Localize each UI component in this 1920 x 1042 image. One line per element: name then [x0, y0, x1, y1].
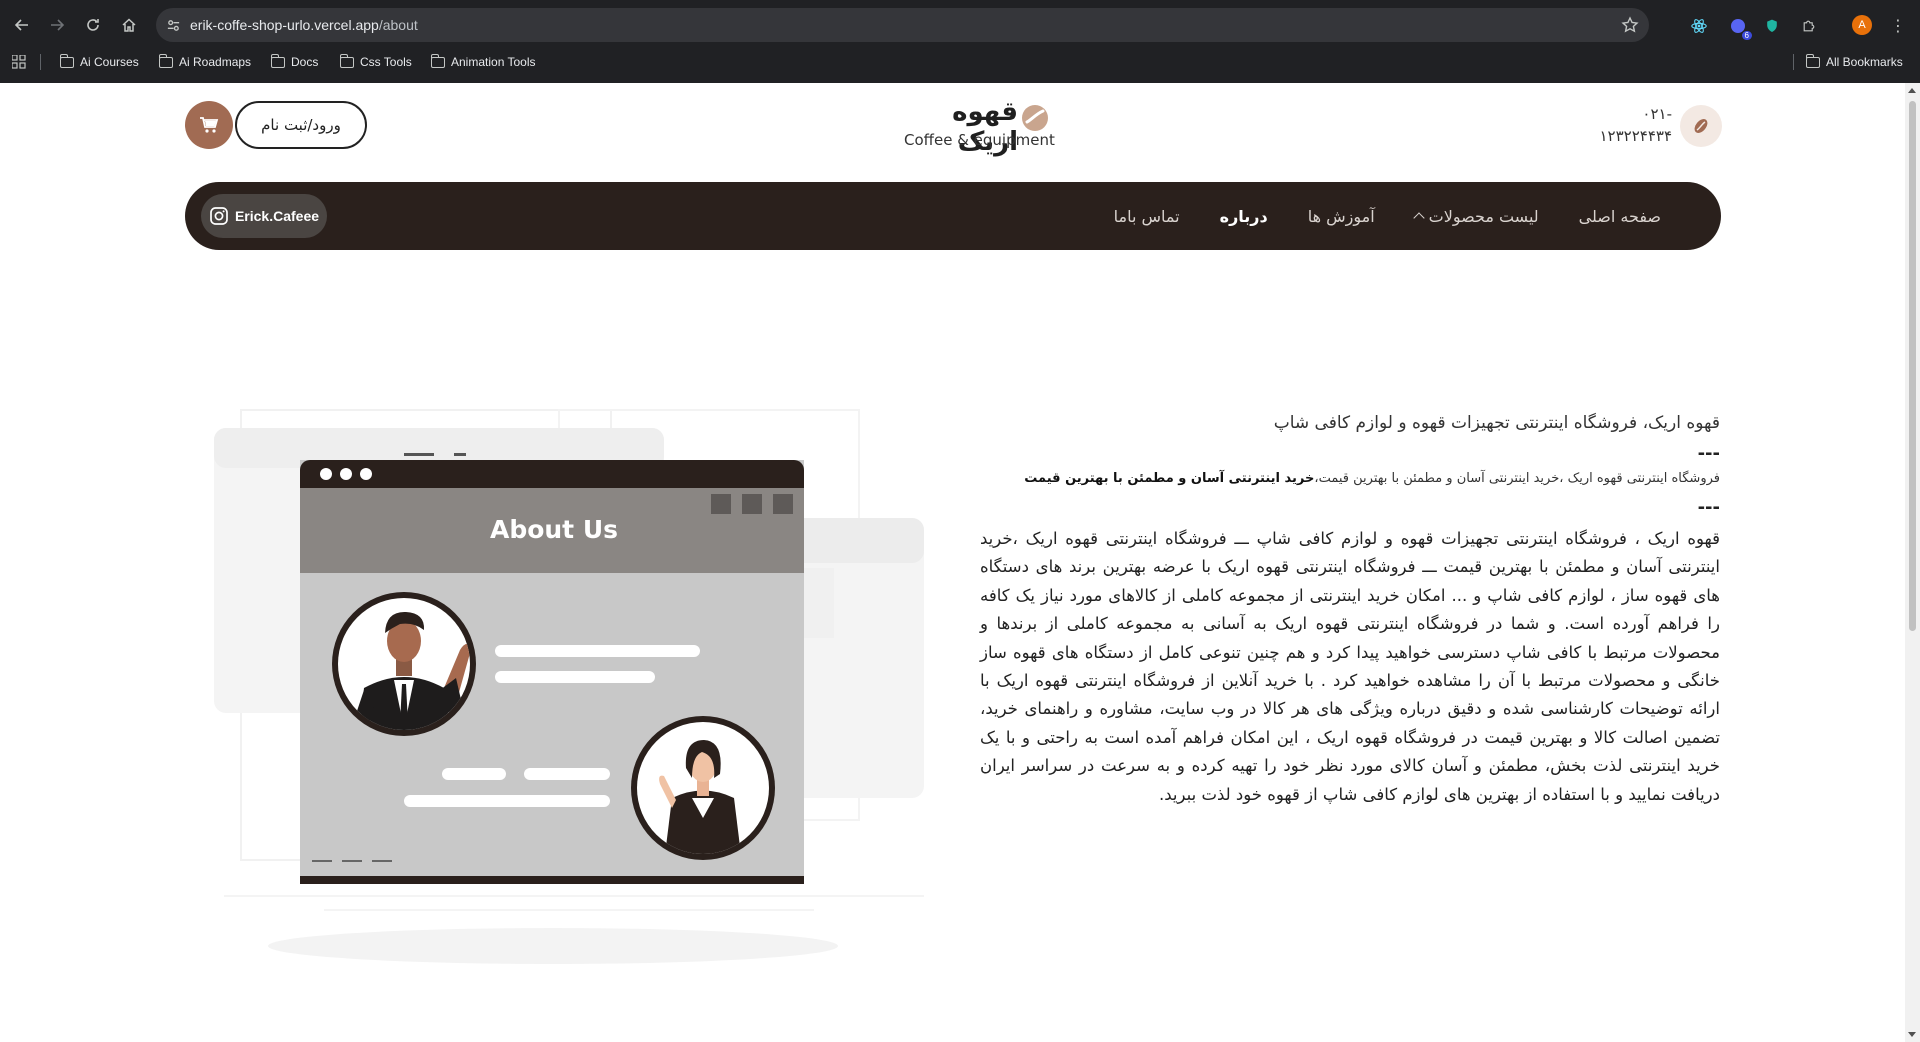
scroll-up-arrow-icon[interactable]	[1908, 88, 1916, 93]
home-button[interactable]	[112, 8, 146, 42]
reload-icon	[87, 19, 99, 31]
login-register-button[interactable]: ورود/ثبت نام	[235, 101, 367, 149]
nav-menu: صفحه اصلی لیست محصولات آموزش ها درباره ت…	[1114, 182, 1661, 250]
shield-extension[interactable]	[1762, 16, 1782, 36]
cart-icon	[200, 117, 219, 133]
about-subtitle-bold: خرید اینترنتی آسان و مطمئن با بهترین قیم…	[1024, 471, 1315, 486]
url-text: erik-coffe-shop-urlo.vercel.app/about	[190, 17, 418, 33]
all-bookmarks[interactable]: All Bookmarks	[1806, 53, 1903, 71]
coffee-bean-logo-icon	[1022, 105, 1048, 131]
react-icon	[1691, 19, 1707, 33]
profile-avatar[interactable]: A	[1852, 15, 1872, 35]
nav-item-tutorials[interactable]: آموزش ها	[1308, 207, 1375, 226]
about-separator-2: ---	[1697, 497, 1720, 518]
folder-icon	[340, 53, 354, 68]
phone-icon-circle	[1680, 105, 1722, 147]
url-host: erik-coffe-shop-urlo.vercel.app	[190, 17, 379, 33]
bookmark-label: Animation Tools	[451, 55, 536, 69]
main-navbar: Erick.Cafeee صفحه اصلی لیست محصولات آموز…	[185, 182, 1721, 250]
bookmark-ai-courses[interactable]: Ai Courses	[60, 53, 139, 71]
tune-icon	[167, 19, 179, 31]
bookmark-label: Ai Roadmaps	[179, 55, 252, 69]
extensions-button[interactable]	[1799, 16, 1819, 36]
shield-icon	[1767, 19, 1777, 32]
coffee-bean-icon	[1694, 119, 1708, 133]
scroll-down-arrow-icon[interactable]	[1908, 1032, 1916, 1037]
about-title: قهوه اریک، فروشگاه اینترنتی تجهیزات قهوه…	[1273, 413, 1720, 433]
bookmarks-divider	[40, 54, 41, 70]
browser-menu-icon[interactable]: ⋮	[1890, 16, 1906, 35]
logo-text-en: Coffee & equipment	[904, 131, 1055, 149]
forward-arrow-icon	[51, 19, 65, 31]
about-subtitle-plain: فروشگاه اینترنتی قهوه اریک ،خرید اینترنت…	[1314, 471, 1720, 486]
about-subtitle: فروشگاه اینترنتی قهوه اریک ،خرید اینترنت…	[980, 469, 1720, 489]
puzzle-icon	[1803, 20, 1815, 32]
bookmark-star-icon[interactable]	[1621, 16, 1639, 34]
phone-number: ۰۲۱- ۱۲۳۲۲۴۴۳۴	[1588, 103, 1672, 147]
forward-button[interactable]	[40, 8, 74, 42]
extension-with-badge[interactable]: 6	[1728, 16, 1752, 40]
bookmark-animation-tools[interactable]: Animation Tools	[431, 53, 536, 71]
about-body-text: قهوه اریک ، فروشگاه اینترنتی تجهیزات قهو…	[980, 529, 1720, 804]
bookmark-label: Docs	[291, 55, 319, 69]
cart-button[interactable]	[185, 101, 233, 149]
folder-icon	[60, 53, 74, 68]
folder-icon	[1806, 53, 1820, 68]
extension-badge: 6	[1741, 31, 1752, 40]
nav-item-products[interactable]: لیست محصولات	[1412, 206, 1539, 226]
bookmark-label: Css Tools	[360, 55, 412, 69]
instagram-icon	[210, 207, 228, 225]
bookmark-label: Ai Courses	[80, 55, 139, 69]
about-separator: ---	[1697, 443, 1720, 464]
folder-icon	[159, 53, 173, 68]
browser-chrome: erik-coffe-shop-urlo.vercel.app/about 6 …	[0, 0, 1920, 83]
page-scrollbar[interactable]	[1905, 83, 1920, 1042]
about-us-illustration: About Us	[214, 409, 924, 964]
phone-line-2: ۱۲۳۲۲۴۴۳۴	[1599, 127, 1672, 145]
illustration-title: About Us	[490, 515, 618, 544]
phone-contact[interactable]: ۰۲۱- ۱۲۳۲۲۴۴۳۴	[1588, 103, 1722, 149]
instagram-handle: Erick.Cafeee	[234, 208, 320, 224]
reload-button[interactable]	[76, 8, 110, 42]
bookmarks-divider	[1793, 54, 1794, 70]
phone-line-1: ۰۲۱-	[1642, 105, 1672, 123]
folder-icon	[431, 53, 445, 68]
react-devtools-extension[interactable]	[1689, 16, 1709, 36]
nav-item-about[interactable]: درباره	[1220, 207, 1268, 226]
apps-grid-icon[interactable]	[12, 55, 26, 69]
bookmark-ai-roadmaps[interactable]: Ai Roadmaps	[159, 53, 251, 71]
url-path: /about	[378, 17, 418, 33]
nav-item-label: لیست محصولات	[1428, 206, 1539, 226]
site-info-button[interactable]	[156, 8, 190, 42]
back-arrow-icon	[14, 19, 28, 31]
browser-toolbar: erik-coffe-shop-urlo.vercel.app/about 6 …	[0, 8, 1920, 42]
instagram-link[interactable]: Erick.Cafeee	[201, 194, 327, 238]
chevron-up-icon	[1412, 212, 1425, 224]
folder-icon	[271, 53, 285, 68]
bookmark-docs[interactable]: Docs	[271, 53, 318, 71]
page-viewport: ورود/ثبت نام قهوه اریک Coffee & equipmen…	[0, 83, 1905, 1042]
bookmark-css-tools[interactable]: Css Tools	[340, 53, 412, 71]
address-bar[interactable]: erik-coffe-shop-urlo.vercel.app/about	[156, 8, 1649, 42]
bookmarks-bar: Ai Courses Ai Roadmaps Docs Css Tools An…	[0, 50, 1920, 74]
site-logo[interactable]: قهوه اریک Coffee & equipment	[898, 95, 1058, 157]
nav-item-home[interactable]: صفحه اصلی	[1579, 207, 1661, 226]
nav-item-contact[interactable]: تماس باما	[1114, 207, 1180, 226]
back-button[interactable]	[5, 8, 39, 42]
home-icon	[122, 18, 136, 32]
about-text-section: قهوه اریک، فروشگاه اینترنتی تجهیزات قهوه…	[980, 403, 1720, 809]
scrollbar-thumb[interactable]	[1909, 101, 1916, 631]
bookmark-label: All Bookmarks	[1826, 55, 1903, 69]
